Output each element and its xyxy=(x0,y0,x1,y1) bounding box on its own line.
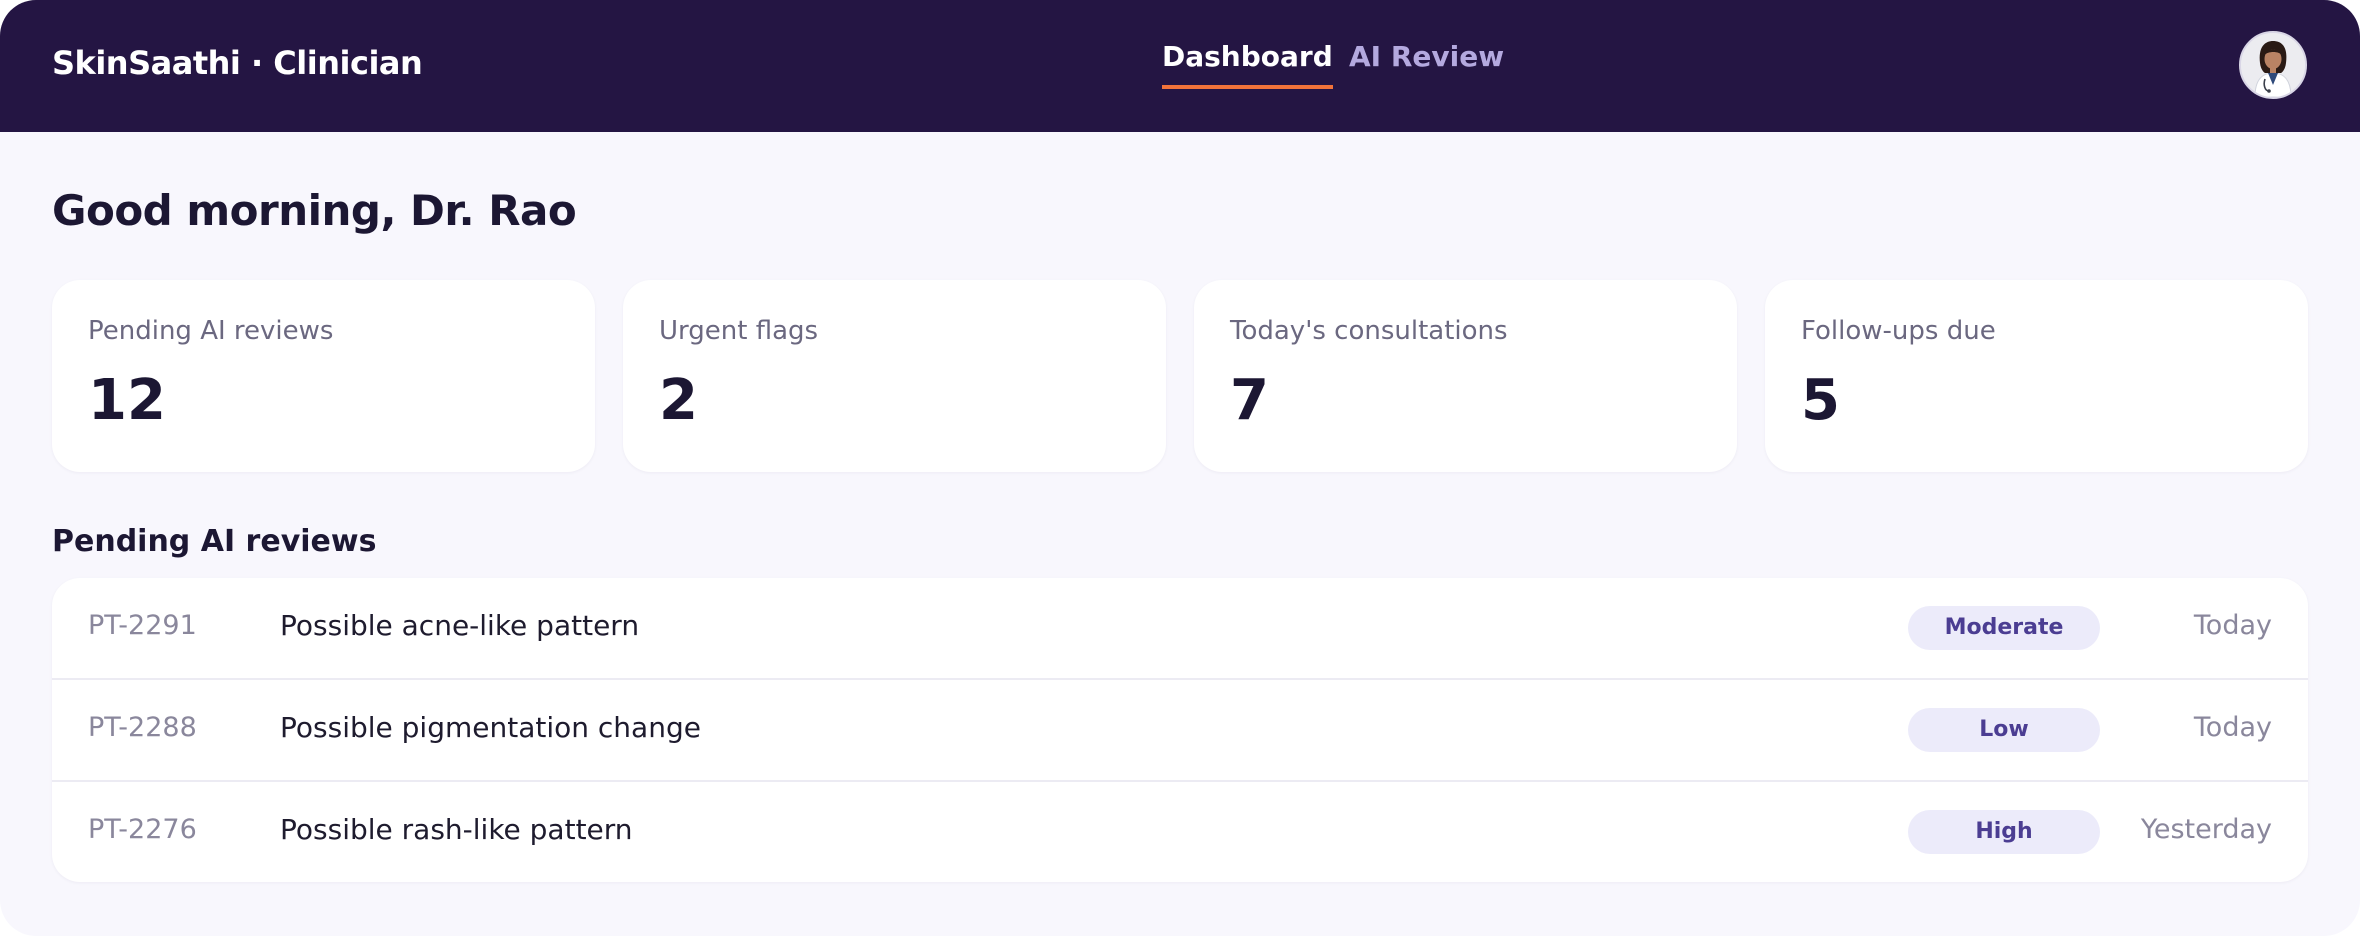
app-window: SkinSaathi · Clinician Dashboard AI Revi… xyxy=(0,0,2360,936)
patient-id: PT-2276 xyxy=(88,814,197,845)
severity-badge: High xyxy=(1908,810,2100,854)
top-bar: SkinSaathi · Clinician Dashboard AI Revi… xyxy=(0,0,2360,132)
review-date: Today xyxy=(2193,712,2272,743)
stat-card-follow-ups[interactable]: Follow-ups due 5 xyxy=(1765,280,2308,472)
review-date: Today xyxy=(2193,610,2272,641)
greeting-heading: Good morning, Dr. Rao xyxy=(52,186,577,235)
stat-card-pending-reviews[interactable]: Pending AI reviews 12 xyxy=(52,280,595,472)
tab-dashboard[interactable]: Dashboard xyxy=(1162,40,1333,89)
patient-id: PT-2291 xyxy=(88,610,197,641)
tab-ai-review[interactable]: AI Review xyxy=(1349,40,1504,85)
stat-label: Follow-ups due xyxy=(1801,316,1996,346)
stat-value: 2 xyxy=(659,368,698,433)
patient-id: PT-2288 xyxy=(88,712,197,743)
severity-badge: Low xyxy=(1908,708,2100,752)
stat-card-urgent-flags[interactable]: Urgent flags 2 xyxy=(623,280,1166,472)
doctor-portrait-icon xyxy=(2241,33,2305,97)
table-row[interactable]: PT-2291 Possible acne-like pattern Moder… xyxy=(52,578,2308,680)
finding-text: Possible acne-like pattern xyxy=(280,609,640,642)
table-row[interactable]: PT-2276 Possible rash-like pattern High … xyxy=(52,782,2308,882)
severity-badge: Moderate xyxy=(1908,606,2100,650)
stat-value: 12 xyxy=(88,368,166,433)
stat-value: 7 xyxy=(1230,368,1269,433)
stat-label: Today's consultations xyxy=(1230,316,1508,346)
user-avatar[interactable] xyxy=(2239,31,2307,99)
finding-text: Possible pigmentation change xyxy=(280,711,701,744)
stat-label: Pending AI reviews xyxy=(88,316,334,346)
stat-card-consultations[interactable]: Today's consultations 7 xyxy=(1194,280,1737,472)
finding-text: Possible rash-like pattern xyxy=(280,813,633,846)
pending-reviews-list: PT-2291 Possible acne-like pattern Moder… xyxy=(52,578,2308,882)
stat-label: Urgent flags xyxy=(659,316,819,346)
review-date: Yesterday xyxy=(2140,814,2272,845)
stat-value: 5 xyxy=(1801,368,1840,433)
table-row[interactable]: PT-2288 Possible pigmentation change Low… xyxy=(52,680,2308,782)
section-title-pending-reviews: Pending AI reviews xyxy=(52,524,377,559)
brand-logo-text: SkinSaathi · Clinician xyxy=(52,44,423,82)
